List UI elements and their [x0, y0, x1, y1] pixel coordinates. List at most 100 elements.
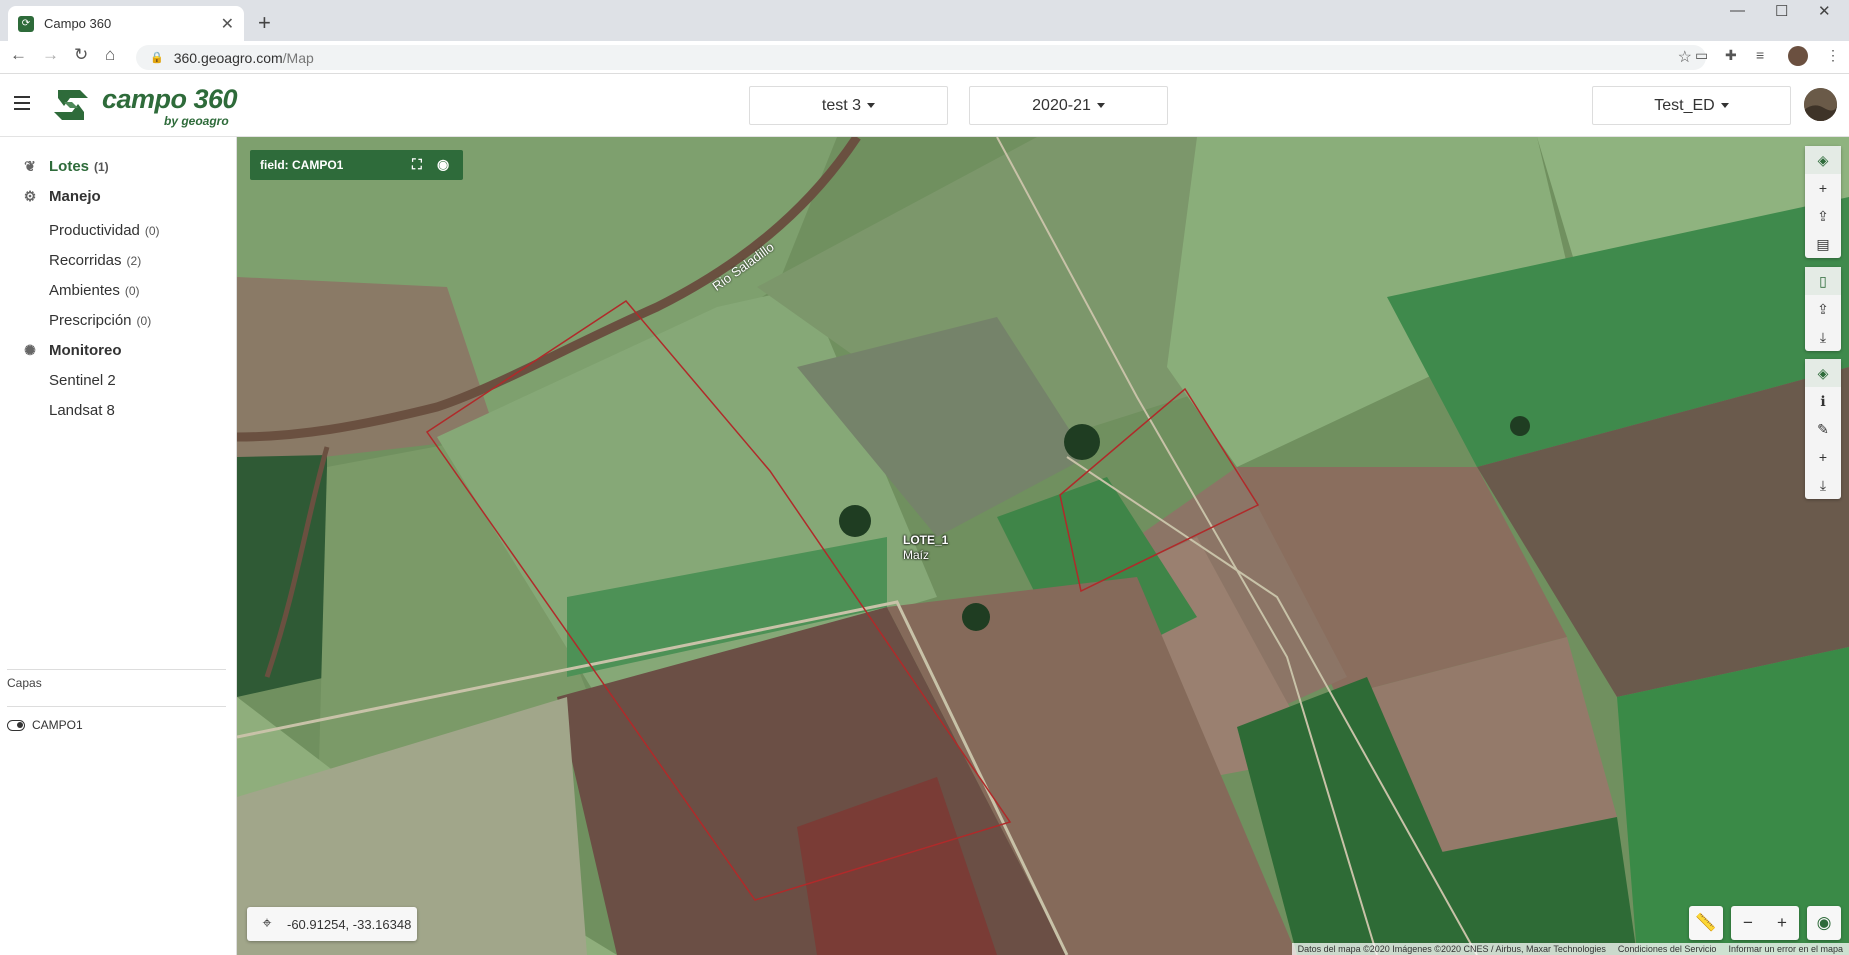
sidebar-item-recorridas[interactable]: Recorridas (2)	[49, 252, 141, 269]
cast-icon[interactable]: ▭	[1695, 47, 1708, 64]
profile-avatar[interactable]	[1788, 46, 1808, 66]
pencil-icon[interactable]: ✎	[1805, 415, 1841, 443]
terms-link[interactable]: Condiciones del Servicio	[1618, 944, 1717, 954]
reload-icon[interactable]: ↻	[74, 45, 88, 65]
home-icon[interactable]: ⌂	[105, 45, 115, 65]
sidebar-item-monitoreo[interactable]: ✺ Monitoreo	[20, 342, 122, 359]
capas-heading: Capas	[7, 676, 42, 690]
sidebar-item-ambientes[interactable]: Ambientes (0)	[49, 282, 140, 299]
coordinates-value: -60.91254, -33.16348	[287, 916, 412, 932]
basemap-control: ◉	[1807, 906, 1841, 940]
logo-subtitle: by geoagro	[164, 114, 229, 128]
campo360-favicon-icon: ⟳	[18, 15, 34, 32]
map-attribution: Datos del mapa ©2020 Imágenes ©2020 CNES…	[1291, 943, 1849, 955]
field-chip-label: field: CAMPO1	[260, 158, 344, 172]
zoom-in-button[interactable]: +	[1765, 906, 1799, 940]
palette-icon[interactable]: ◉	[1807, 906, 1841, 940]
sidebar-item-label: Monitoreo	[49, 342, 122, 359]
layers-icon[interactable]: ◈	[1805, 146, 1841, 174]
sidebar-item-productividad[interactable]: Productividad (0)	[49, 222, 160, 239]
edit-toolgroup: ◈ ℹ ✎ + ⤓	[1805, 359, 1841, 499]
zoom-out-button[interactable]: −	[1731, 906, 1765, 940]
sidebar-item-label: Landsat 8	[49, 402, 115, 419]
item-count: (0)	[124, 284, 140, 298]
layer-toggle[interactable]	[7, 719, 25, 731]
account-selector[interactable]: Test_ED	[1592, 86, 1791, 125]
layers-toolgroup: ◈ + ⇪ ▤	[1805, 146, 1841, 258]
crosshair-icon[interactable]: ⌖	[247, 915, 287, 933]
caret-down-icon	[1720, 103, 1729, 108]
sidebar: ❦ Lotes (1) ⚙ Manejo Productividad (0) Re…	[0, 137, 237, 955]
sidebar-item-prescripcion[interactable]: Prescripción (0)	[49, 312, 151, 329]
lotes-count: (1)	[94, 159, 109, 174]
new-tab-button[interactable]: +	[258, 10, 271, 36]
coordinates-readout: ⌖ -60.91254, -33.16348	[247, 907, 417, 941]
upload-icon[interactable]: ⇪	[1805, 295, 1841, 323]
url-input[interactable]: 🔒 360.geoagro.com/Map ☆	[136, 45, 1706, 70]
zoom-control: − +	[1731, 906, 1799, 940]
user-avatar[interactable]	[1804, 88, 1837, 121]
lote-label[interactable]: LOTE_1 Maíz	[903, 533, 948, 563]
ruler-icon[interactable]: 📏	[1689, 906, 1723, 940]
sidebar-item-label: Lotes	[49, 158, 90, 175]
mobile-icon[interactable]: ▯	[1805, 267, 1841, 295]
add-icon[interactable]: +	[1805, 174, 1841, 202]
palette-icon[interactable]: ◉	[437, 156, 449, 173]
back-icon[interactable]: ←	[10, 45, 27, 65]
item-count: (0)	[144, 224, 160, 238]
caret-down-icon	[867, 103, 876, 108]
tab-title: Campo 360	[44, 16, 112, 31]
sidebar-item-landsat8[interactable]: Landsat 8	[49, 402, 115, 419]
hamburger-menu-icon[interactable]	[14, 96, 30, 110]
sidebar-item-label: Productividad	[49, 222, 140, 239]
device-toolgroup: ▯ ⇪ ⤓	[1805, 267, 1841, 351]
close-window-icon[interactable]: ✕	[1818, 2, 1831, 20]
url-path: /Map	[282, 49, 314, 66]
attribution-data: Datos del mapa ©2020 Imágenes ©2020 CNES…	[1297, 944, 1606, 954]
item-count: (2)	[126, 254, 142, 268]
caret-down-icon	[1096, 103, 1105, 108]
fullscreen-icon[interactable]: ⛶	[412, 156, 422, 173]
media-icon[interactable]: ≡	[1756, 47, 1764, 63]
satellite-icon: ✺	[24, 342, 36, 358]
maximize-icon[interactable]: ☐	[1775, 2, 1788, 20]
sidebar-item-lotes[interactable]: ❦ Lotes (1)	[20, 158, 109, 175]
layer-row-campo1: CAMPO1	[7, 718, 83, 732]
browser-tab[interactable]: ⟳ Campo 360 ✕	[8, 6, 244, 41]
sidebar-item-label: Recorridas	[49, 252, 122, 269]
lote-name: LOTE_1	[903, 533, 949, 547]
menu-dots-icon[interactable]: ⋮	[1826, 47, 1840, 64]
account-selector-label: Test_ED	[1654, 96, 1715, 114]
sidebar-item-sentinel2[interactable]: Sentinel 2	[49, 372, 116, 389]
add-icon[interactable]: +	[1805, 443, 1841, 471]
download-icon[interactable]: ⤓	[1805, 323, 1841, 351]
season-selector[interactable]: 2020-21	[969, 86, 1168, 125]
sidebar-item-label: Manejo	[49, 188, 101, 205]
seedling-icon: ❦	[24, 158, 36, 174]
tab-close-icon[interactable]: ✕	[221, 14, 234, 34]
report-error-link[interactable]: Informar un error en el mapa	[1728, 944, 1843, 954]
field-selector-label: test 3	[821, 96, 862, 114]
map-view[interactable]: field: CAMPO1 ⛶ ◉ Rio Saladillo LOTE_1 M…	[237, 137, 1849, 955]
minimize-icon[interactable]: —	[1730, 2, 1745, 19]
forward-icon[interactable]: →	[42, 45, 59, 65]
browser-tab-bar: ⟳ Campo 360 ✕ + — ☐ ✕	[0, 0, 1849, 41]
download-icon[interactable]: ⤓	[1805, 471, 1841, 499]
campo360-logo-icon	[54, 90, 88, 120]
layer-label: CAMPO1	[32, 718, 83, 732]
sidebar-item-label: Sentinel 2	[49, 372, 116, 389]
sidebar-item-manejo[interactable]: ⚙ Manejo	[20, 188, 101, 205]
lock-icon: 🔒	[150, 52, 164, 64]
sidebar-item-label: Prescripción	[49, 312, 132, 329]
extensions-icon[interactable]: ✚	[1725, 47, 1737, 64]
field-selector[interactable]: test 3	[749, 86, 948, 125]
upload-icon[interactable]: ⇪	[1805, 202, 1841, 230]
info-icon[interactable]: ℹ	[1805, 387, 1841, 415]
lote-crop: Maíz	[903, 548, 930, 562]
file-icon[interactable]: ▤	[1805, 230, 1841, 258]
field-info-chip: field: CAMPO1 ⛶ ◉	[250, 150, 463, 180]
divider	[7, 669, 226, 670]
layers-icon[interactable]: ◈	[1805, 359, 1841, 387]
satellite-imagery[interactable]	[237, 137, 1849, 955]
bookmark-star-icon[interactable]: ☆	[1678, 47, 1692, 67]
